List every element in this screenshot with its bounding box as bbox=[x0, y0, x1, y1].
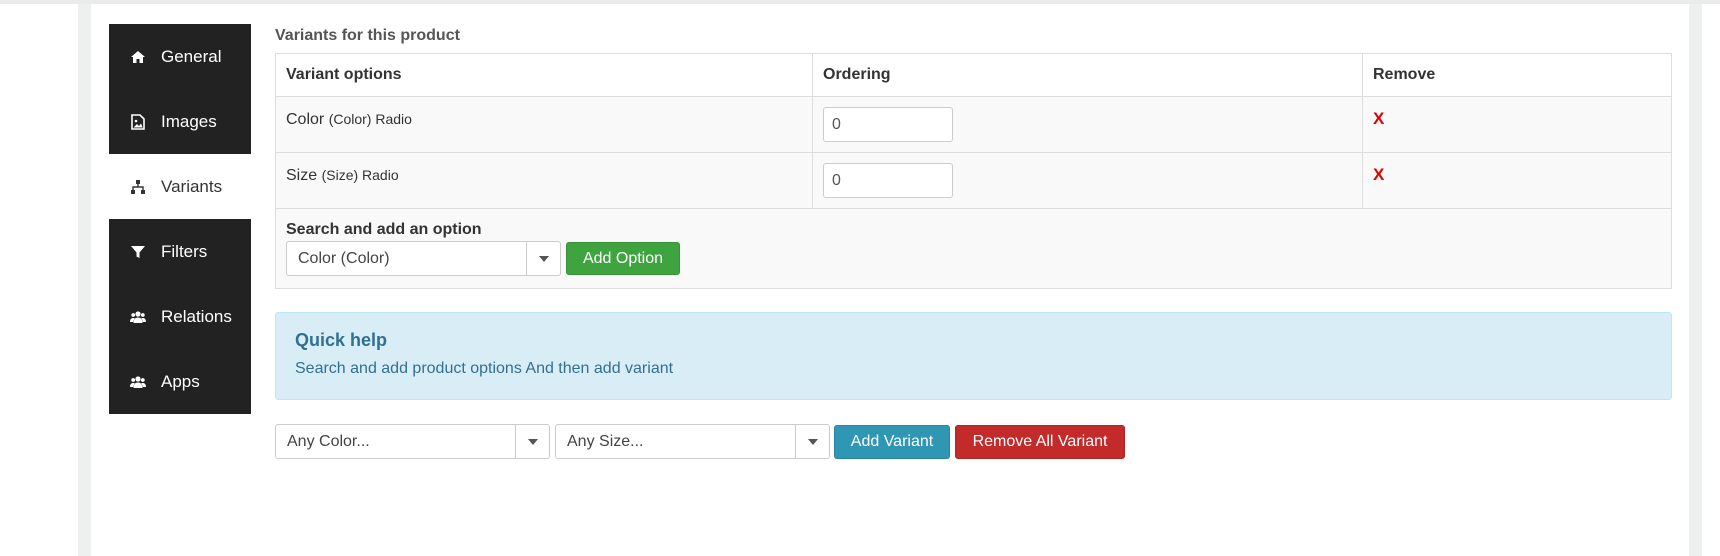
option-name-cell: Color (Color) Radio bbox=[275, 96, 813, 153]
sidebar-item-general[interactable]: General bbox=[109, 24, 251, 89]
option-name: Size bbox=[286, 167, 318, 184]
column-header-variant-options: Variant options bbox=[275, 53, 813, 97]
remove-option-button[interactable]: X bbox=[1373, 165, 1384, 185]
sidebar-item-filters[interactable]: Filters bbox=[109, 219, 251, 284]
add-option-button[interactable]: Add Option bbox=[566, 242, 680, 275]
table-header-row: Variant options Ordering Remove bbox=[275, 53, 1672, 97]
size-select[interactable]: Any Size... bbox=[555, 424, 830, 459]
quick-help-title: Quick help bbox=[295, 330, 388, 350]
users-icon bbox=[129, 308, 147, 326]
left-gutter bbox=[78, 4, 91, 556]
sidebar-item-label: General bbox=[161, 46, 222, 66]
sidebar-item-apps[interactable]: Apps bbox=[109, 349, 251, 414]
tab-sidebar: General Images Variants Filters Relation… bbox=[109, 24, 251, 414]
ordering-cell bbox=[812, 96, 1363, 153]
add-variant-button[interactable]: Add Variant bbox=[834, 424, 950, 459]
quick-help-text: Search and add product options And then … bbox=[295, 360, 674, 377]
add-option-controls: Color (Color) Add Option bbox=[286, 241, 1661, 276]
right-gutter bbox=[1689, 4, 1702, 556]
users-icon bbox=[129, 373, 147, 391]
column-header-remove: Remove bbox=[1362, 53, 1672, 97]
option-select[interactable]: Color (Color) bbox=[286, 241, 561, 276]
top-border bbox=[0, 0, 1720, 4]
variants-panel: Variants for this product Variant option… bbox=[275, 24, 1672, 459]
sidebar-item-variants[interactable]: Variants bbox=[109, 154, 251, 219]
option-detail: (Color) Radio bbox=[328, 111, 412, 127]
option-select-value: Color (Color) bbox=[298, 249, 390, 267]
variant-controls: Any Color... Any Size... Add Variant Rem… bbox=[275, 424, 1672, 459]
sidebar-item-label: Relations bbox=[161, 306, 232, 326]
option-detail: (Size) Radio bbox=[321, 167, 399, 183]
sidebar-item-relations[interactable]: Relations bbox=[109, 284, 251, 349]
column-header-ordering: Ordering bbox=[812, 53, 1363, 97]
add-option-cell: Search and add an option Color (Color) A… bbox=[275, 208, 1672, 289]
size-select-value: Any Size... bbox=[567, 432, 644, 450]
sitemap-icon bbox=[129, 178, 147, 196]
quick-help-box: Quick help Search and add product option… bbox=[275, 312, 1672, 400]
option-name-cell: Size (Size) Radio bbox=[275, 152, 813, 209]
remove-option-button[interactable]: X bbox=[1373, 109, 1384, 129]
table-row: Size (Size) Radio X bbox=[275, 152, 1672, 209]
add-option-label: Search and add an option bbox=[286, 221, 482, 238]
image-icon bbox=[129, 113, 147, 131]
color-select-value: Any Color... bbox=[287, 432, 370, 450]
chevron-down-icon[interactable] bbox=[526, 242, 560, 275]
add-option-row: Search and add an option Color (Color) A… bbox=[275, 208, 1672, 289]
remove-cell: X bbox=[1362, 152, 1672, 209]
filter-icon bbox=[129, 243, 147, 261]
sidebar-item-images[interactable]: Images bbox=[109, 89, 251, 154]
sidebar-item-label: Images bbox=[161, 111, 217, 131]
sidebar-item-label: Filters bbox=[161, 241, 208, 261]
variant-options-table: Variant options Ordering Remove Color (C… bbox=[275, 53, 1672, 289]
ordering-input[interactable] bbox=[823, 107, 953, 142]
table-row: Color (Color) Radio X bbox=[275, 96, 1672, 153]
sidebar-item-label: Apps bbox=[161, 371, 200, 391]
remove-cell: X bbox=[1362, 96, 1672, 153]
remove-all-variant-button[interactable]: Remove All Variant bbox=[955, 424, 1125, 459]
option-name: Color bbox=[286, 111, 325, 128]
chevron-down-icon[interactable] bbox=[515, 425, 549, 458]
sidebar-item-label: Variants bbox=[161, 176, 223, 196]
color-select[interactable]: Any Color... bbox=[275, 424, 550, 459]
ordering-cell bbox=[812, 152, 1363, 209]
chevron-down-icon[interactable] bbox=[795, 425, 829, 458]
page-title: Variants for this product bbox=[275, 27, 460, 44]
home-icon bbox=[129, 48, 147, 66]
ordering-input[interactable] bbox=[823, 163, 953, 198]
